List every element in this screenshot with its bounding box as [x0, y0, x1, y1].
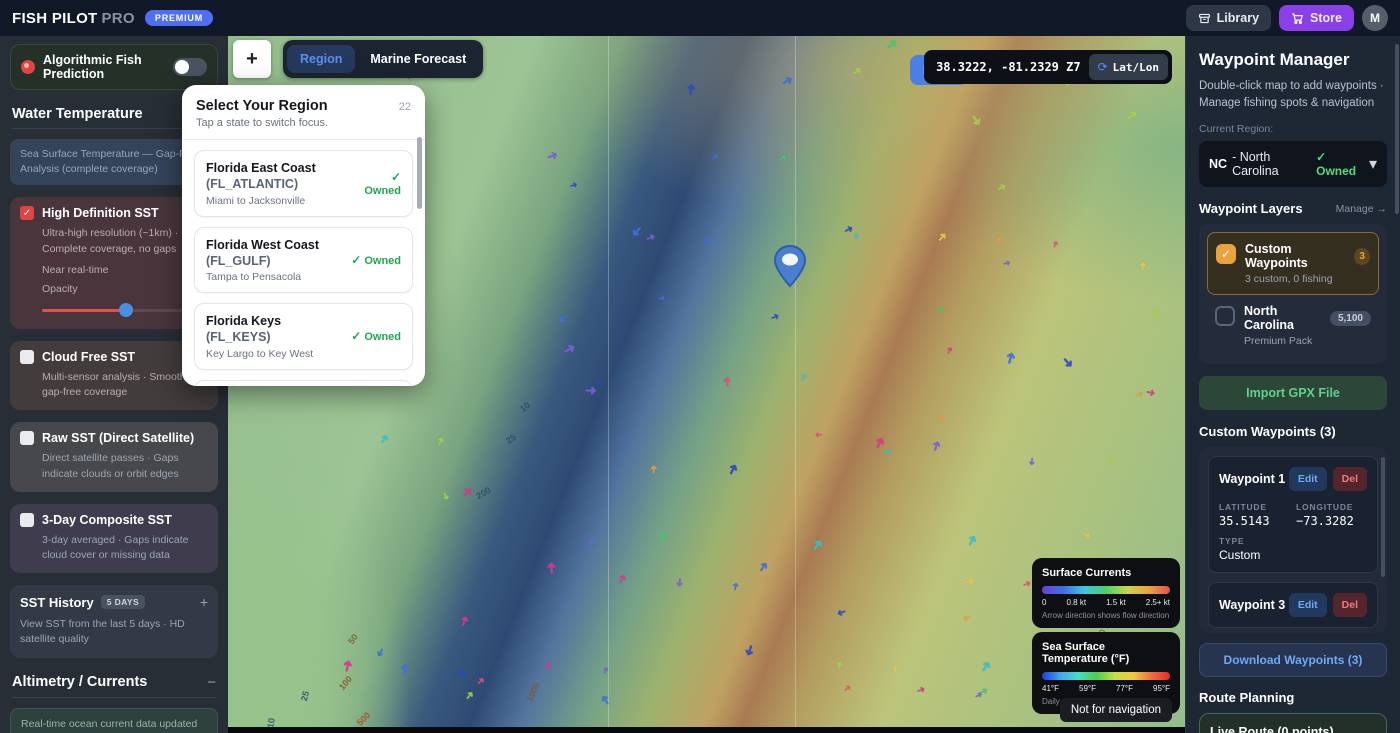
tab-marine-forecast[interactable]: Marine Forecast [357, 45, 479, 73]
store-button[interactable]: Store [1279, 5, 1354, 31]
import-gpx-button[interactable]: Import GPX File [1199, 376, 1387, 410]
delete-waypoint-button[interactable]: Del [1333, 467, 1367, 491]
coordinates-bar: 38.3222, -81.2329 Z7 ⟳ Lat/Lon [924, 50, 1172, 84]
type-value: Custom [1219, 548, 1290, 562]
check-icon: ✓ [351, 253, 361, 267]
premium-badge: PREMIUM [145, 10, 213, 26]
check-icon: ✓ [391, 170, 401, 184]
cart-icon [1291, 12, 1304, 25]
slider-knob[interactable] [119, 303, 133, 317]
waypoint-manager-title: Waypoint Manager [1199, 50, 1387, 70]
fish-prediction-label: Algorithmic Fish Prediction [43, 53, 165, 81]
route-planning-panel: Live Route (0 points) START Routing (0 p… [1199, 713, 1387, 733]
region-dropdown: Select Your Region 22 Tap a state to swi… [182, 85, 425, 386]
latlon-toggle-button[interactable]: ⟳ Lat/Lon [1089, 54, 1168, 80]
divider [12, 697, 216, 698]
waypoint-card: Waypoint 3 Edit Del [1208, 582, 1378, 628]
manage-link[interactable]: Manage → [1336, 203, 1387, 215]
region-count: 22 [399, 101, 411, 113]
library-button[interactable]: Library [1186, 5, 1271, 31]
region-item-fl-keys[interactable]: Florida Keys (FL_KEYS) Key Largo to Key … [194, 303, 413, 370]
surface-currents-legend: Surface Currents 0 0.8 kt 1.5 kt 2.5+ kt… [1032, 558, 1180, 628]
top-navbar: FISH PILOTPRO PREMIUM Library Store M [0, 0, 1400, 36]
waypoint-manager-sidebar: Waypoint Manager Double-click map to add… [1185, 36, 1400, 733]
layer-checkbox-unchecked[interactable] [20, 513, 34, 527]
map-mode-tabs: Region Marine Forecast [283, 40, 483, 78]
waypoints-scrollbar[interactable] [1381, 457, 1385, 577]
dropdown-scrollbar[interactable] [417, 137, 422, 209]
sidebar-scrollbar[interactable] [1395, 44, 1399, 214]
collapse-icon[interactable]: − [207, 674, 216, 691]
layer-checkbox-unchecked[interactable] [20, 431, 34, 445]
currents-info-box: Real-time ocean current data updated dai… [10, 708, 218, 733]
history-days-badge: 5 DAYS [101, 595, 145, 609]
dropdown-title: Select Your Region [196, 98, 328, 114]
layer-checkbox-unchecked[interactable] [20, 350, 34, 364]
region-item-al-ms[interactable]: Alabama / Mississippi (AL_MS) AL & MS Gu… [194, 380, 413, 387]
latitude-value: 35.5143 [1219, 514, 1290, 528]
not-for-navigation-badge: Not for navigation [1060, 698, 1172, 722]
fish-prediction-toggle[interactable] [173, 58, 207, 76]
archive-icon [1198, 12, 1211, 25]
user-avatar[interactable]: M [1362, 5, 1388, 31]
region-item-fl-gulf[interactable]: Florida West Coast (FL_GULF) Tampa to Pe… [194, 227, 413, 294]
layer-checkbox-checked[interactable]: ✓ [20, 206, 34, 220]
sst-gradient [1042, 672, 1170, 680]
waypoint-pin[interactable] [773, 244, 807, 288]
layer-row-north-carolina[interactable]: North Carolina 5,100 Premium Pack [1207, 295, 1379, 356]
layer-card-3day-composite-sst: 3-Day Composite SST 3-day averaged · Gap… [10, 504, 218, 573]
owned-badge: ✓ Owned [351, 329, 401, 343]
map-bottom-strip [228, 727, 1185, 733]
custom-waypoints-panel: Waypoint 1 Edit Del LATITUDE 35.5143 LON… [1199, 447, 1387, 633]
refresh-icon: ⟳ [1098, 60, 1108, 74]
currents-gradient [1042, 586, 1170, 594]
longitude-value: −73.3282 [1296, 514, 1367, 528]
layer-checkbox-unchecked[interactable] [1215, 306, 1235, 326]
cursor-coordinates: 38.3222, -81.2329 Z7 [936, 60, 1081, 74]
region-item-fl-atlantic[interactable]: Florida East Coast (FL_ATLANTIC) Miami t… [194, 150, 413, 217]
chevron-down-icon: ▾ [1369, 154, 1377, 174]
fish-prediction-card: Algorithmic Fish Prediction [10, 44, 218, 90]
zoom-in-button[interactable]: + [233, 40, 271, 78]
owned-badge: ✓ Owned [351, 253, 401, 267]
download-waypoints-button[interactable]: Download Waypoints (3) [1199, 643, 1387, 677]
waypoint-card: Waypoint 1 Edit Del LATITUDE 35.5143 LON… [1208, 456, 1378, 573]
layer-card-raw-sst: Raw SST (Direct Satellite) Direct satell… [10, 422, 218, 491]
current-region-select[interactable]: NC - North Carolina ✓ Owned ▾ [1199, 141, 1387, 187]
lure-icon [21, 60, 35, 74]
edit-waypoint-button[interactable]: Edit [1289, 593, 1327, 617]
count-badge: 5,100 [1330, 311, 1371, 326]
waypoint-layers-panel: ✓ Custom Waypoints 3 3 custom, 0 fishing… [1199, 224, 1387, 364]
count-badge: 3 [1354, 248, 1370, 265]
opacity-slider[interactable] [42, 303, 204, 317]
sst-history-card: SST History 5 DAYS + View SST from the l… [10, 585, 218, 657]
layer-checkbox-checked[interactable]: ✓ [1216, 244, 1236, 264]
water-temperature-heading: Water Temperature [12, 106, 143, 122]
layer-row-custom-waypoints[interactable]: ✓ Custom Waypoints 3 3 custom, 0 fishing [1207, 232, 1379, 295]
tab-region[interactable]: Region [287, 45, 355, 73]
app-logo: FISH PILOTPRO [12, 10, 135, 27]
owned-badge: ✓Owned [364, 170, 401, 197]
edit-waypoint-button[interactable]: Edit [1289, 467, 1327, 491]
delete-waypoint-button[interactable]: Del [1333, 593, 1367, 617]
altimetry-heading: Altimetry / Currents [12, 674, 147, 690]
expand-icon[interactable]: + [200, 594, 208, 610]
check-icon: ✓ [351, 329, 361, 343]
